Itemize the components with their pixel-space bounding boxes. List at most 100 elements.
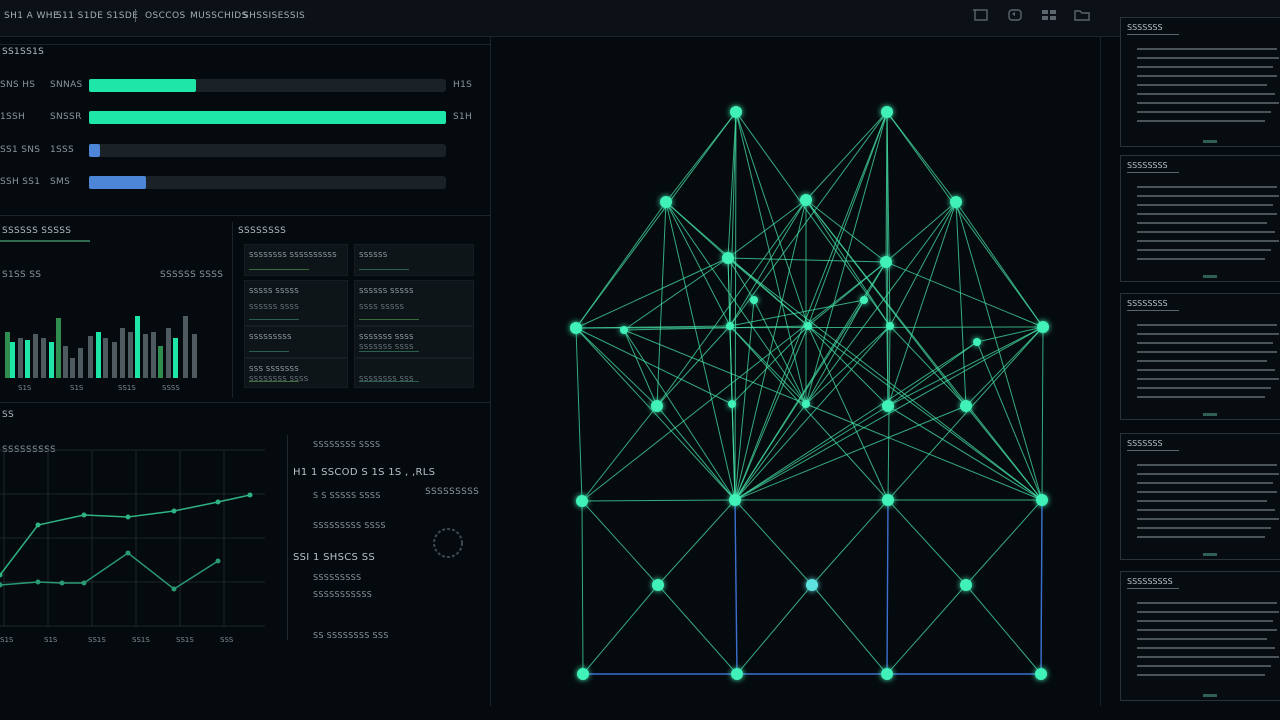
graph-node[interactable]	[802, 400, 810, 408]
graph-edge	[955, 201, 1044, 328]
graph-node[interactable]	[651, 400, 663, 412]
graph-edge	[575, 257, 729, 329]
graph-node[interactable]	[730, 106, 742, 118]
document-text-line	[1137, 213, 1277, 215]
graph-node[interactable]	[722, 252, 734, 264]
progress-tag: SNNAS	[50, 80, 83, 90]
document-text-line	[1137, 258, 1265, 260]
graph-node[interactable]	[652, 579, 664, 591]
field-value: SSSSSS SSSS	[249, 303, 299, 311]
refresh-icon[interactable]	[1007, 8, 1023, 22]
graph-edge	[965, 584, 1042, 675]
crop-icon[interactable]	[973, 8, 989, 22]
document-text-line	[1137, 674, 1265, 676]
graph-node[interactable]	[973, 338, 981, 346]
menu-item-2[interactable]: S11 S1DE S1SDE	[56, 11, 138, 21]
graph-edge	[807, 325, 1043, 501]
graph-edge	[727, 111, 737, 259]
form-field[interactable]: SSSSSSSS SSS	[354, 358, 474, 388]
document-card[interactable]: SSSSSSSS	[1120, 293, 1280, 420]
menu-item-3[interactable]: OSCCOS	[145, 11, 186, 21]
graph-edge	[657, 499, 736, 586]
form-field[interactable]: SSSSS SSSSS SSSSSS SSSS	[244, 280, 348, 326]
document-footer-marker	[1203, 140, 1217, 143]
graph-node[interactable]	[726, 322, 734, 330]
graph-node[interactable]	[1037, 321, 1049, 333]
document-card[interactable]: SSSSSSSS	[1120, 155, 1280, 282]
graph-edge	[887, 341, 978, 407]
graph-edge	[727, 257, 755, 301]
x-tick-label: SS1S	[118, 384, 136, 392]
graph-node[interactable]	[882, 494, 894, 506]
chart-bar	[135, 316, 140, 378]
graph-node[interactable]	[806, 579, 818, 591]
divider	[0, 402, 490, 403]
graph-node[interactable]	[804, 322, 812, 330]
form-field[interactable]: SSS SSSSSSS SSSSSSSS SSSS	[244, 358, 348, 388]
chart-bar	[18, 338, 23, 378]
x-tick-label: S1S	[44, 636, 58, 644]
menu-item-1[interactable]: SH1 A WHE	[4, 11, 59, 21]
graph-node[interactable]	[1035, 668, 1047, 680]
document-text-line	[1137, 602, 1277, 604]
graph-node[interactable]	[620, 326, 628, 334]
progress-row: 1SSH SNSSR S1H	[0, 110, 490, 126]
menu-item-4[interactable]: MUSSCHIDS	[190, 11, 248, 21]
graph-node[interactable]	[729, 494, 741, 506]
graph-node[interactable]	[886, 322, 894, 330]
graph-node[interactable]	[570, 322, 582, 334]
document-footer-marker	[1203, 413, 1217, 416]
folder-icon[interactable]	[1074, 8, 1090, 22]
graph-node[interactable]	[728, 400, 736, 408]
graph-node[interactable]	[576, 495, 588, 507]
panel-title: SSSSSS SSSSS	[2, 226, 72, 236]
document-card[interactable]: SSSSSSS	[1120, 17, 1280, 147]
progress-panel: SS1SS1S SNS HS SNNAS H1S 1SSH SNSSR S1H …	[0, 44, 490, 214]
grid-icon[interactable]	[1041, 8, 1057, 22]
graph-edge	[729, 299, 865, 327]
progress-tag: SNSSR	[50, 112, 82, 122]
graph-node[interactable]	[800, 194, 812, 206]
form-field[interactable]: SSSSSSS SSSS SSSSSSS SSSS	[354, 326, 474, 358]
graph-edge	[727, 257, 887, 263]
document-text-line	[1137, 195, 1279, 197]
form-field[interactable]: SSSSSSSS SSSSSSSSSS	[244, 244, 348, 276]
graph-edge	[735, 111, 891, 327]
chart-bar	[158, 346, 163, 378]
graph-edge	[887, 201, 957, 407]
graph-node[interactable]	[881, 106, 893, 118]
document-card[interactable]: SSSSSSS	[1120, 433, 1280, 560]
chart-bar	[41, 338, 46, 378]
graph-node[interactable]	[750, 296, 758, 304]
menu-item-5[interactable]: SHSSISESSIS	[243, 11, 305, 21]
graph-node[interactable]	[731, 668, 743, 680]
field-value: SSSSSSS SSSS	[359, 343, 414, 351]
document-text-line	[1137, 491, 1277, 493]
graph-node[interactable]	[950, 196, 962, 208]
field-label: SSSSSS	[359, 251, 388, 259]
form-field[interactable]: SSSSSS SSSSS SSSS SSSSS	[354, 280, 474, 326]
document-card[interactable]: SSSSSSSSS	[1120, 571, 1280, 701]
progress-label: SNS HS	[0, 80, 36, 90]
stats-side-label: SSSSSSSSS	[425, 487, 480, 497]
progress-fill	[89, 79, 197, 92]
x-tick-label: SS1S	[132, 636, 150, 644]
form-field[interactable]: SSSSSSSSS	[244, 326, 348, 358]
document-title-underline	[1127, 450, 1179, 451]
graph-node[interactable]	[960, 579, 972, 591]
chart-bar	[88, 336, 93, 378]
graph-node[interactable]	[882, 400, 894, 412]
graph-edge	[811, 584, 888, 675]
graph-edge	[575, 327, 658, 407]
graph-node[interactable]	[577, 668, 589, 680]
form-field[interactable]: SSSSSS	[354, 244, 474, 276]
graph-node[interactable]	[881, 668, 893, 680]
graph-node[interactable]	[860, 296, 868, 304]
graph-node[interactable]	[960, 400, 972, 412]
graph-node[interactable]	[660, 196, 672, 208]
field-underline	[249, 319, 299, 320]
document-text-line	[1137, 518, 1279, 520]
graph-node[interactable]	[880, 256, 892, 268]
graph-edge	[656, 325, 731, 407]
graph-node[interactable]	[1036, 494, 1048, 506]
